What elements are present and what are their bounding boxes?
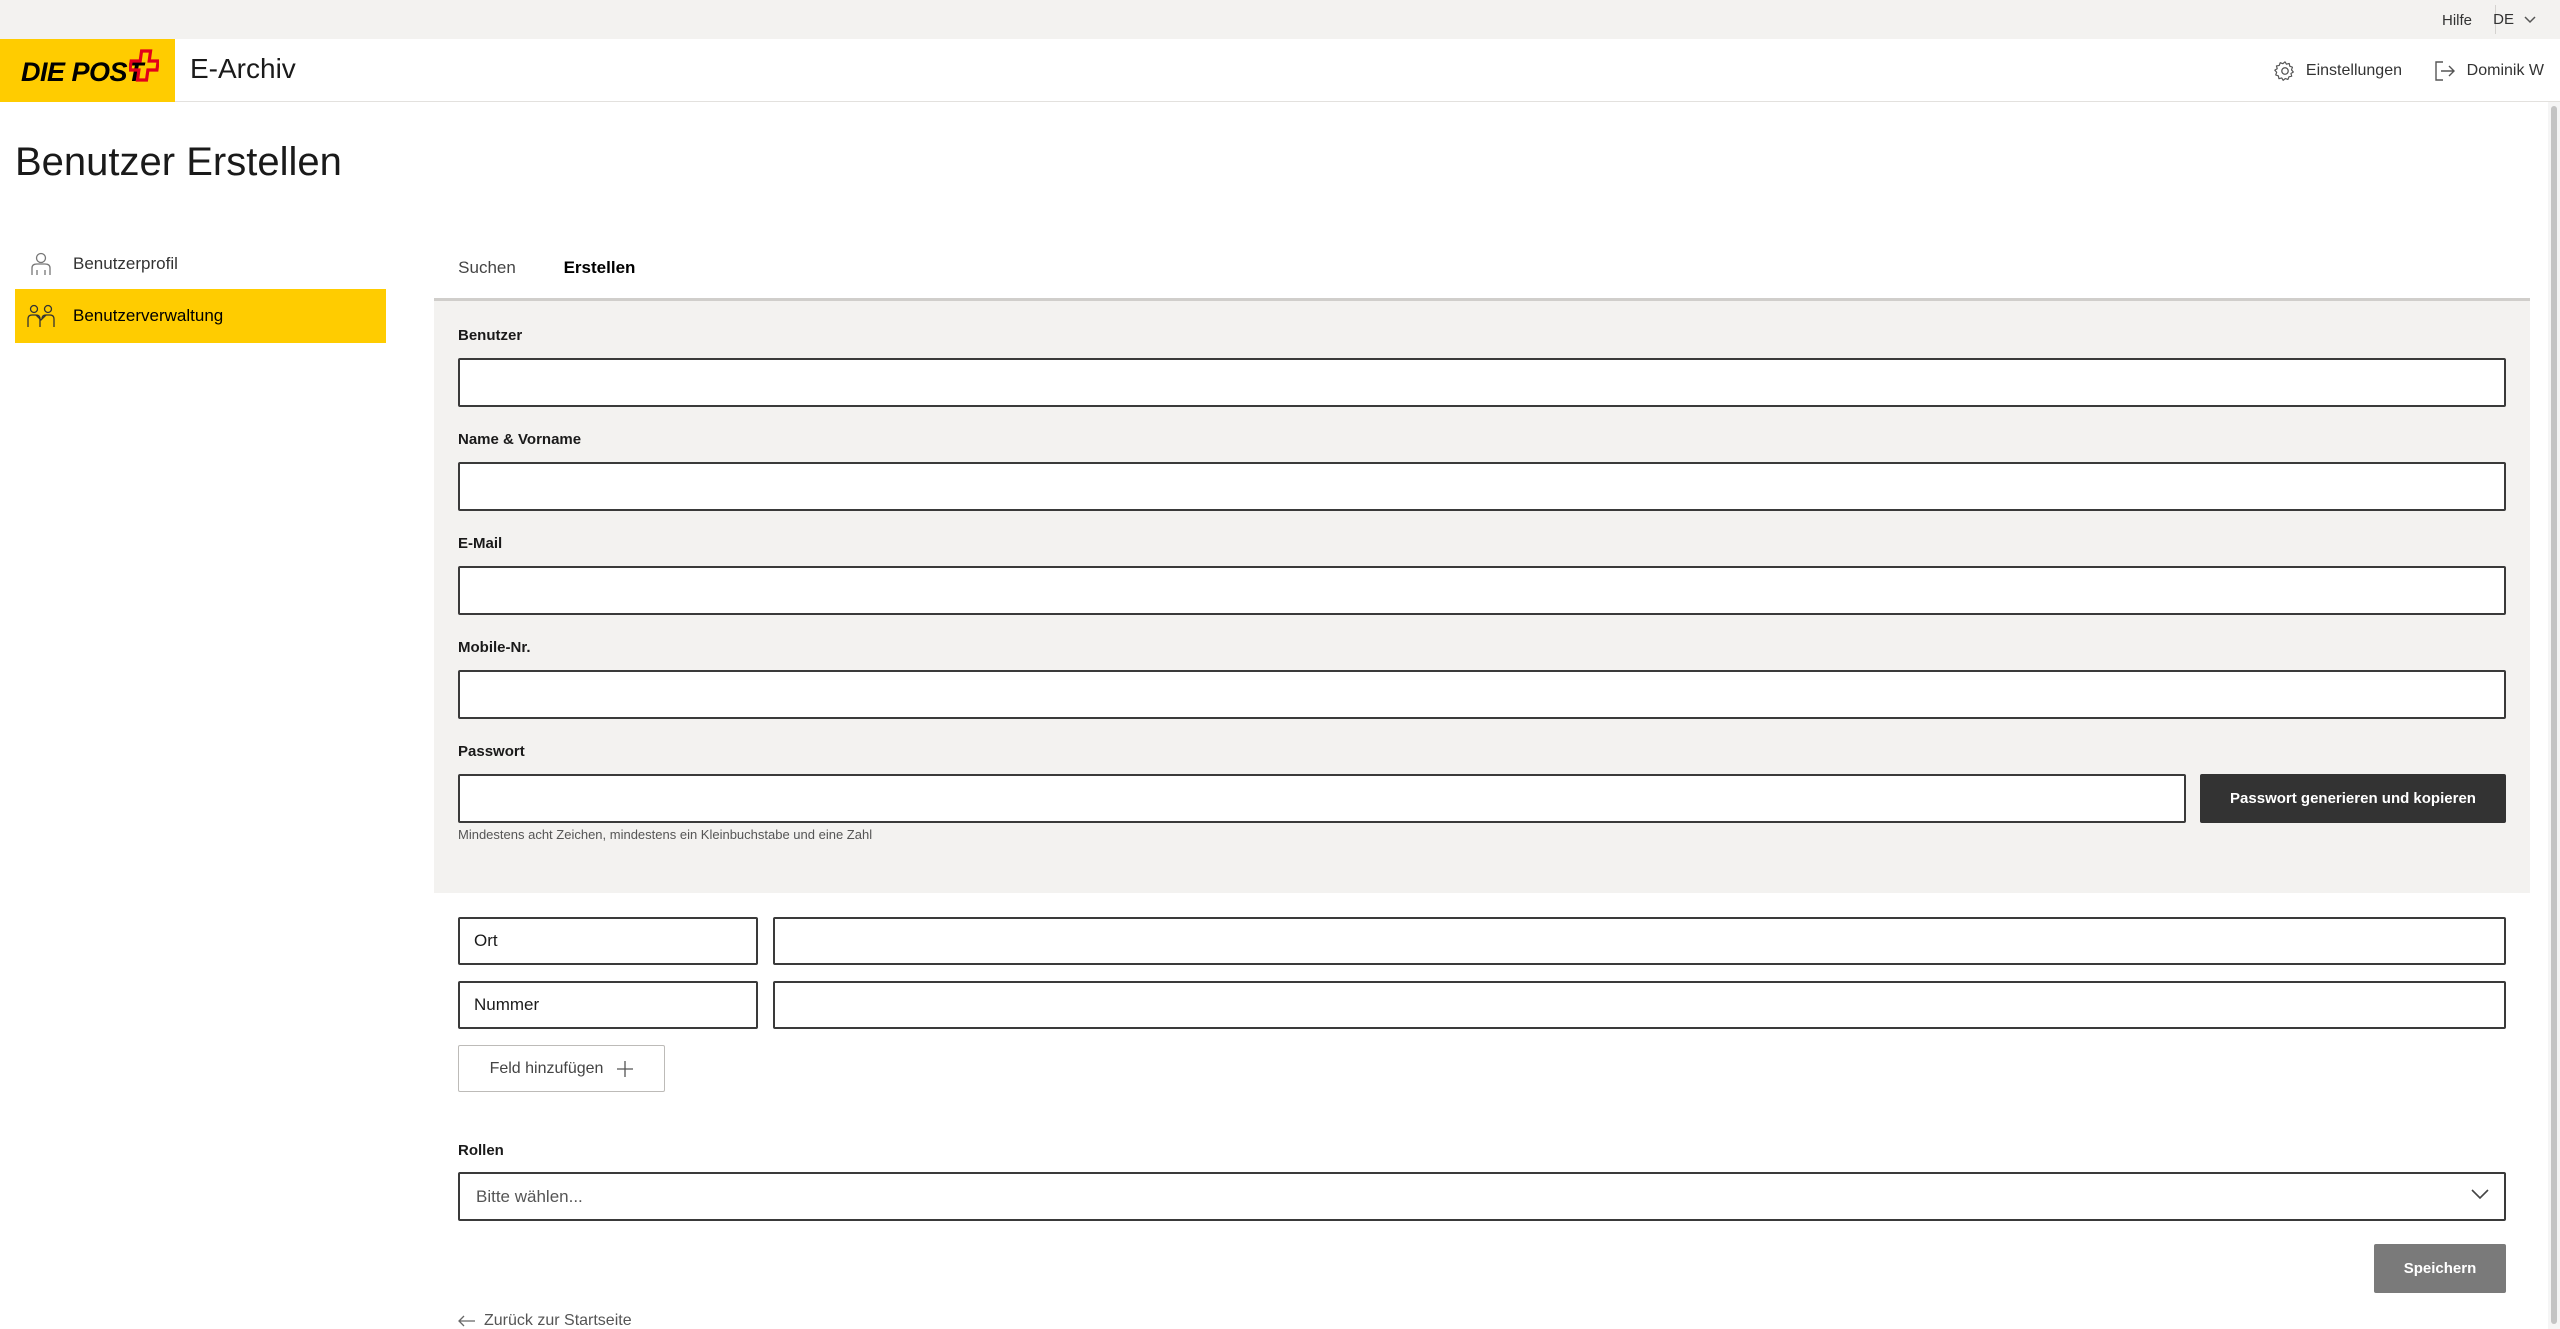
utility-bar: Hilfe DE (0, 0, 2560, 39)
chevron-down-icon (2471, 1189, 2489, 1200)
add-field-label: Feld hinzufügen (489, 1059, 604, 1077)
email-input[interactable] (458, 566, 2506, 615)
page-scrollbar[interactable] (2548, 102, 2560, 1329)
user-name: Dominik W (2466, 61, 2544, 79)
custom-field-value[interactable] (773, 981, 2506, 1029)
chevron-down-icon (2524, 16, 2536, 24)
mobile-label: Mobile-Nr. (458, 639, 531, 656)
logo-text: DIE POST (21, 57, 144, 87)
user-input[interactable] (458, 358, 2506, 407)
user-label: Benutzer (458, 327, 523, 344)
tab-erstellen[interactable]: Erstellen (540, 248, 659, 304)
user-icon (19, 251, 63, 277)
save-button[interactable]: Speichern (2374, 1244, 2506, 1293)
help-link[interactable]: Hilfe (2442, 0, 2472, 39)
roles-placeholder: Bitte wählen... (476, 1187, 583, 1206)
scrollbar-thumb[interactable] (2551, 106, 2557, 1324)
sidebar-item-benutzerprofil[interactable]: Benutzerprofil (15, 237, 386, 291)
users-icon (19, 303, 63, 329)
tab-bar: Suchen Erstellen (434, 248, 2530, 304)
sidebar-item-label: Benutzerverwaltung (73, 306, 224, 325)
tab-suchen[interactable]: Suchen (434, 248, 540, 301)
sidebar-item-benutzerverwaltung[interactable]: Benutzerverwaltung (15, 289, 386, 343)
password-hint: Mindestens acht Zeichen, mindestens ein … (458, 827, 873, 842)
arrow-left-icon (458, 1315, 475, 1327)
settings-button[interactable]: Einstellungen (2274, 39, 2402, 102)
page-title: Benutzer Erstellen (15, 140, 342, 184)
name-label: Name & Vorname (458, 431, 582, 448)
email-label: E-Mail (458, 535, 503, 552)
user-form-panel: Benutzer Name & Vorname E-Mail Mobile-Nr… (434, 301, 2530, 893)
language-selector[interactable]: DE (2493, 0, 2536, 39)
back-to-home-link[interactable]: Zurück zur Startseite (458, 1312, 632, 1329)
swiss-cross-icon (129, 49, 159, 82)
custom-field-value[interactable] (773, 917, 2506, 965)
name-input[interactable] (458, 462, 2506, 511)
app-header: DIE POST E-Archiv Einstellungen Dominik … (0, 39, 2560, 102)
password-label: Passwort (458, 743, 525, 760)
password-input[interactable] (458, 774, 2186, 823)
add-field-button[interactable]: Feld hinzufügen (458, 1045, 665, 1092)
logout-button[interactable]: Dominik W (2433, 39, 2544, 102)
custom-field-key[interactable]: Nummer (458, 981, 758, 1029)
language-label: DE (2493, 11, 2514, 28)
mobile-input[interactable] (458, 670, 2506, 719)
sidebar-item-label: Benutzerprofil (73, 254, 178, 273)
custom-field-key[interactable]: Ort (458, 917, 758, 965)
gear-icon (2274, 60, 2294, 81)
post-logo[interactable]: DIE POST (0, 39, 175, 102)
settings-label: Einstellungen (2305, 61, 2402, 79)
roles-select[interactable]: Bitte wählen... (458, 1172, 2506, 1221)
logout-icon (2434, 60, 2455, 81)
back-label: Zurück zur Startseite (484, 1312, 632, 1329)
generate-password-button[interactable]: Passwort generieren und kopieren (2200, 774, 2506, 823)
roles-label: Rollen (458, 1142, 504, 1159)
plus-icon (617, 1060, 634, 1077)
app-name: E-Archiv (190, 53, 296, 84)
